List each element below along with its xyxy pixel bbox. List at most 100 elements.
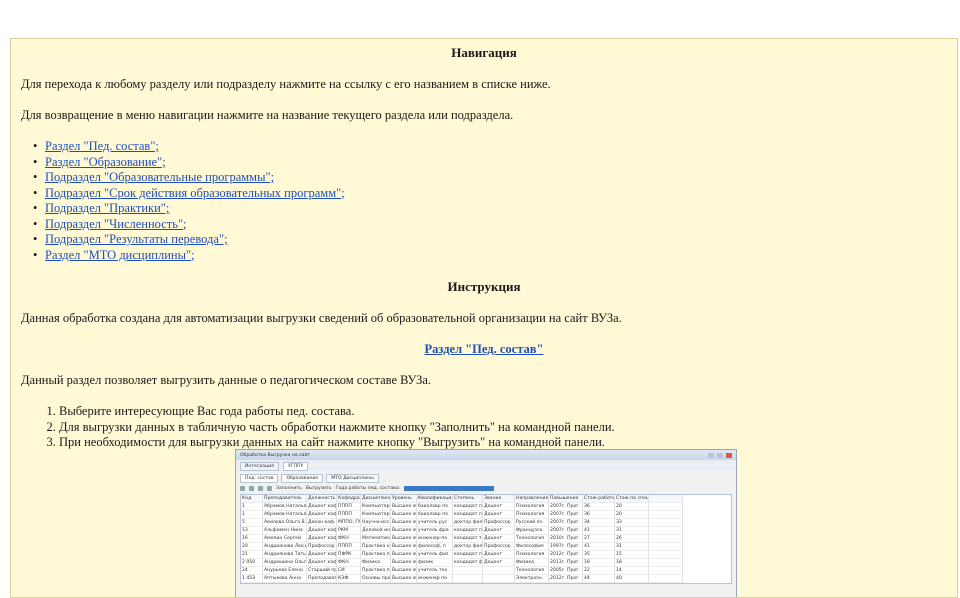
table-cell: Альфимен Нина	[263, 527, 307, 535]
table-cell	[483, 567, 515, 575]
table-cell: 18	[615, 559, 649, 567]
table-cell: Доцент каф.	[307, 535, 337, 543]
table-cell: учитель тех	[417, 567, 453, 575]
table-cell: Андрианова Люси	[263, 543, 307, 551]
table-cell: 2012г. Прог	[549, 551, 583, 559]
screenshot-subtab: Пед. состав	[240, 474, 279, 483]
table-cell: 20	[615, 503, 649, 511]
table-cell: 22	[583, 567, 615, 575]
table-cell: кандидат фи	[453, 559, 483, 567]
table-cell: учитель рус	[417, 519, 453, 527]
table-cell: Высшее обр.	[391, 511, 417, 519]
table-cell: 1	[241, 511, 263, 519]
table-cell: Высшее обр.	[391, 519, 417, 527]
table-cell: Доцент каф.	[307, 551, 337, 559]
table-cell: Доцент	[483, 535, 515, 543]
nav-item-programs: Подраздел "Образовательные программы";	[45, 170, 947, 186]
table-header-cell: Стаж работы	[583, 495, 615, 503]
table-cell	[649, 511, 683, 519]
table-cell: инженер по	[417, 575, 453, 583]
table-cell: 31	[615, 527, 649, 535]
table-cell: Старший пр.	[307, 567, 337, 575]
table-cell: 40	[615, 575, 649, 583]
nav-link-education[interactable]: Раздел "Образование";	[45, 155, 166, 169]
table-cell: Доцент	[483, 551, 515, 559]
table-cell: Высшее обр.	[391, 575, 417, 583]
table-cell: физик	[417, 559, 453, 567]
table-cell: 36	[583, 503, 615, 511]
table-cell: 41	[583, 527, 615, 535]
steps-list: Выберите интересующие Вас года работы пе…	[21, 404, 947, 451]
table-cell: Андрюшина Ольга	[263, 559, 307, 567]
section-link-ped-staff[interactable]: Раздел "Пед. состав"	[425, 342, 544, 356]
screenshot-tab: Интеграция	[240, 462, 279, 471]
table-cell	[649, 543, 683, 551]
table-cell: 41	[583, 543, 615, 551]
table-cell: доктор филол	[453, 519, 483, 527]
table-header-cell: Уровень	[391, 495, 417, 503]
table-cell: 16	[241, 535, 263, 543]
help-document: Навигация Для перехода к любому разделу …	[10, 38, 958, 598]
nav-link-headcount[interactable]: Подраздел "Численность";	[45, 217, 187, 231]
table-cell: Высшее обр.	[391, 567, 417, 575]
screenshot-upload-label: Выгрузить	[305, 486, 332, 491]
table-cell: ПППП	[337, 543, 361, 551]
table-cell	[483, 575, 515, 583]
table-cell: 20	[615, 511, 649, 519]
screenshot-subtabs: Пед. состав Образование МТО Дисциплины	[236, 471, 736, 483]
table-cell: Аптыкова Анна	[263, 575, 307, 583]
table-cell: Доцент	[483, 503, 515, 511]
table-cell: ПППП	[337, 511, 361, 519]
navigation-return-hint: Для возвращение в меню навигации нажмите…	[21, 108, 514, 122]
table-cell: 2005г. Прог	[549, 567, 583, 575]
table-cell: Практика п.	[361, 551, 391, 559]
table-cell: 2007г. Прог	[549, 527, 583, 535]
nav-link-ped-staff[interactable]: Раздел "Пед. состав";	[45, 139, 159, 153]
table-cell: бакалавр по	[417, 503, 453, 511]
table-header-cell: Повышение	[549, 495, 583, 503]
table-header-cell: Преподаватель	[263, 495, 307, 503]
delete-icon	[267, 486, 272, 491]
table-header-cell: Должность	[307, 495, 337, 503]
screenshot-title: Обработка Выгрузка на сайт	[240, 452, 311, 458]
table-cell	[649, 559, 683, 567]
table-cell: Профессор	[483, 543, 515, 551]
nav-link-mto[interactable]: Раздел "МТО дисциплины";	[45, 248, 195, 262]
table-cell: 13	[241, 527, 263, 535]
section-description: Данный раздел позволяет выгрузить данные…	[21, 373, 432, 387]
table-cell: кандидат пе	[453, 551, 483, 559]
table-cell: 14	[615, 567, 649, 575]
table-cell: Абрамов Наталья	[263, 511, 307, 519]
add-icon	[240, 486, 245, 491]
table-cell: Абрамов Наталья	[263, 503, 307, 511]
table-cell: 26	[615, 535, 649, 543]
table-cell: Доцент каф.	[307, 559, 337, 567]
table-cell: Практика н.	[361, 543, 391, 551]
table-cell: 1997г. Прог	[549, 543, 583, 551]
embedded-screenshot: Обработка Выгрузка на сайт Интеграция УГ…	[235, 449, 737, 597]
table-cell: КЭФ	[337, 575, 361, 583]
table-cell: Авилова Ольга В.	[263, 519, 307, 527]
table-cell: Практика п.	[361, 567, 391, 575]
minimize-icon	[708, 452, 714, 458]
table-cell	[453, 575, 483, 583]
nav-link-transfer-results[interactable]: Подраздел "Результаты перевода";	[45, 232, 228, 246]
table-header-cell: Стаж по спец.	[615, 495, 649, 503]
table-cell: кандидат пе	[453, 503, 483, 511]
table-cell: учитель физ	[417, 551, 453, 559]
table-header-cell	[649, 495, 683, 503]
nav-link-programs[interactable]: Подраздел "Образовательные программы";	[45, 170, 274, 184]
table-cell: 20	[241, 543, 263, 551]
screenshot-fill-label: Заполнить	[276, 486, 302, 491]
table-cell: ПФРК	[337, 551, 361, 559]
table-cell: Доцент каф.	[307, 527, 337, 535]
table-cell: кандидат пе	[453, 527, 483, 535]
step-item: Выберите интересующие Вас года работы пе…	[59, 404, 947, 420]
table-cell: Преподават.	[307, 575, 337, 583]
table-cell: кандидат те	[453, 535, 483, 543]
table-header-cell: Направление	[515, 495, 549, 503]
table-cell: 5	[241, 519, 263, 527]
nav-link-practices[interactable]: Подраздел "Практики";	[45, 201, 169, 215]
years-selector	[404, 486, 495, 491]
nav-link-program-terms[interactable]: Подраздел "Срок действия образовательных…	[45, 186, 345, 200]
